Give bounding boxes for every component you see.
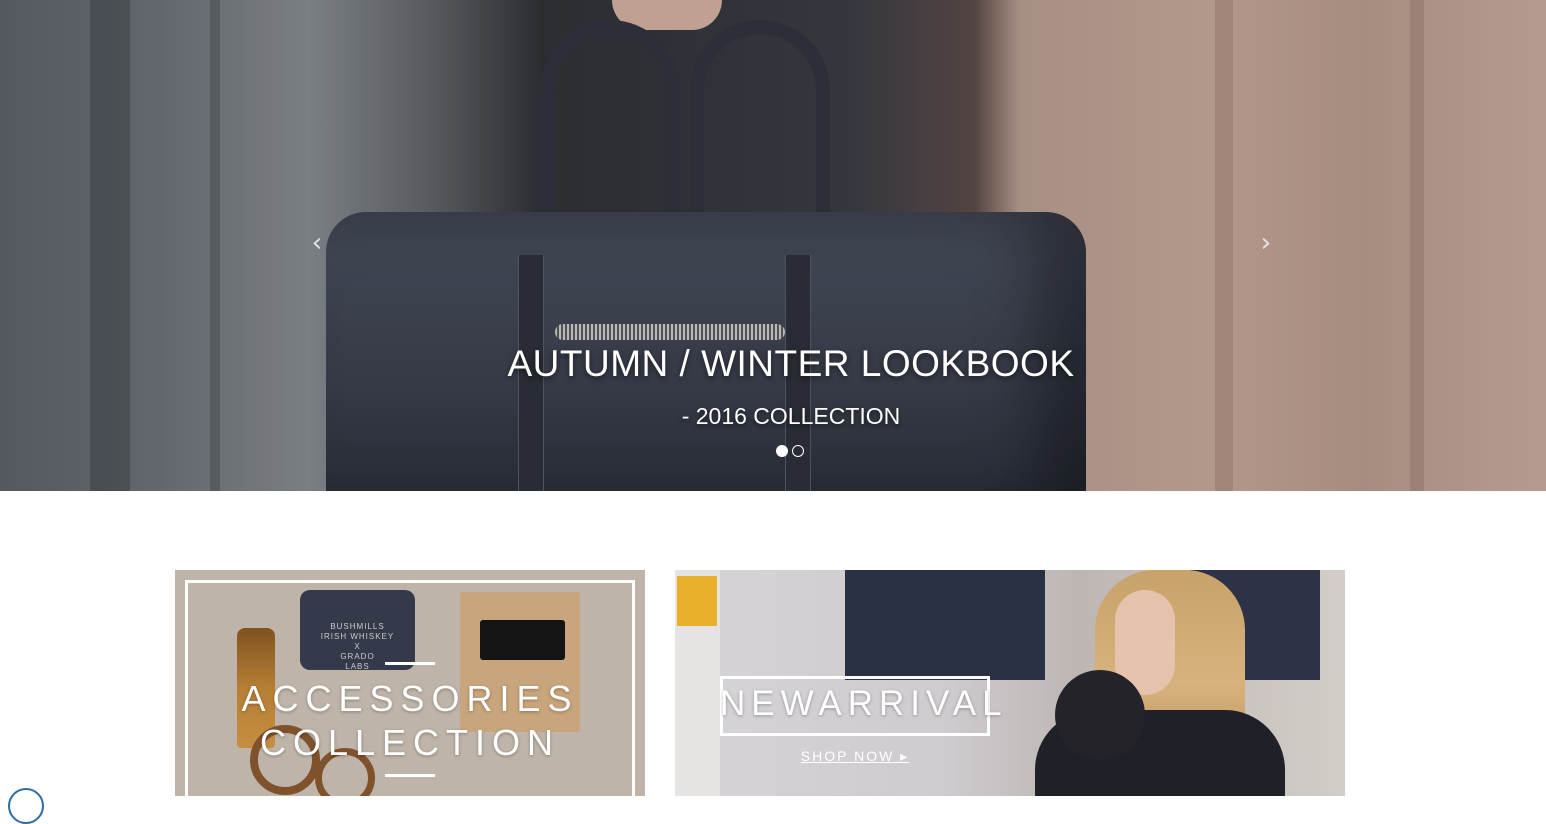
slider-prev-arrow[interactable]: ‹ (305, 228, 329, 258)
slider-pagination (776, 445, 804, 457)
model-fur-image (1055, 670, 1145, 760)
new-arrival-title: NEWARRIVAL (720, 684, 1008, 723)
accessories-title-line2: COLLECTION (259, 722, 561, 763)
hero-subtitle: - 2016 COLLECTION (681, 403, 901, 429)
shop-now-link[interactable]: SHOP NOW ▸ (775, 748, 935, 765)
hero-title: AUTUMN / WINTER LOOKBOOK (507, 343, 1075, 384)
chat-widget-icon[interactable] (8, 788, 44, 824)
accessories-collection-banner[interactable]: BUSHMILLS IRISH WHISKEY X GRADO LABS ACC… (175, 570, 645, 796)
building-window-image (845, 570, 1045, 680)
title-divider-bottom (385, 774, 435, 777)
title-divider-top (385, 662, 435, 665)
slider-dot-2[interactable] (792, 445, 804, 457)
new-arrival-banner[interactable]: NEWARRIVAL SHOP NOW ▸ (675, 570, 1345, 796)
accessories-title-line1: ACCESSORIES (241, 678, 579, 719)
hero-slider: ‹ › AUTUMN / WINTER LOOKBOOK - 2016 COLL… (0, 0, 1546, 491)
sign-image (677, 576, 717, 626)
slider-next-arrow[interactable]: › (1254, 228, 1278, 258)
slider-dot-1[interactable] (776, 445, 788, 457)
